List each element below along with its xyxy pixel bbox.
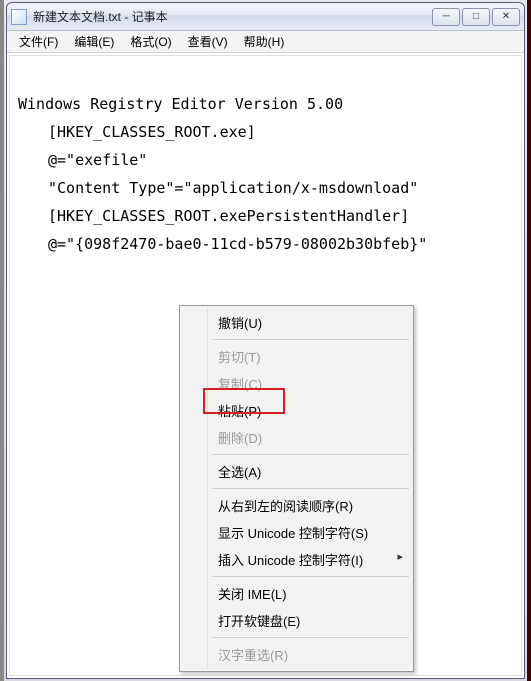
minimize-button[interactable]: ─ [432, 8, 460, 26]
ctx-separator [212, 339, 409, 340]
ctx-insert-unicode[interactable]: 插入 Unicode 控制字符(I) [182, 546, 411, 573]
ctx-undo[interactable]: 撤销(U) [182, 309, 411, 336]
ctx-show-unicode[interactable]: 显示 Unicode 控制字符(S) [182, 519, 411, 546]
titlebar: 新建文本文档.txt - 记事本 ─ □ ✕ [7, 3, 524, 31]
ctx-separator [212, 637, 409, 638]
window-title: 新建文本文档.txt - 记事本 [33, 8, 432, 25]
ctx-cut[interactable]: 剪切(T) [182, 343, 411, 370]
maximize-button[interactable]: □ [462, 8, 490, 26]
menu-view[interactable]: 查看(V) [180, 31, 236, 52]
editor-line: @="{098f2470-bae0-11cd-b579-08002b30bfeb… [18, 235, 427, 253]
menu-help[interactable]: 帮助(H) [236, 31, 293, 52]
menubar: 文件(F) 编辑(E) 格式(O) 查看(V) 帮助(H) [7, 31, 524, 53]
notepad-icon [11, 9, 27, 25]
menu-format[interactable]: 格式(O) [122, 31, 179, 52]
ctx-close-ime[interactable]: 关闭 IME(L) [182, 580, 411, 607]
ctx-soft-keyboard[interactable]: 打开软键盘(E) [182, 607, 411, 634]
ctx-separator [212, 576, 409, 577]
ctx-delete[interactable]: 删除(D) [182, 424, 411, 451]
ctx-separator [212, 454, 409, 455]
editor-line: @="exefile" [18, 151, 147, 169]
menu-edit[interactable]: 编辑(E) [66, 31, 122, 52]
ctx-separator [212, 488, 409, 489]
ctx-copy[interactable]: 复制(C) [182, 370, 411, 397]
editor-line: [HKEY_CLASSES_ROOT.exe] [18, 123, 256, 141]
menu-file[interactable]: 文件(F) [11, 31, 66, 52]
editor-line: Windows Registry Editor Version 5.00 [18, 95, 343, 113]
window-controls: ─ □ ✕ [432, 8, 520, 26]
context-menu: 撤销(U) 剪切(T) 复制(C) 粘贴(P) 删除(D) 全选(A) 从右到左… [179, 305, 414, 672]
ctx-paste[interactable]: 粘贴(P) [182, 397, 411, 424]
editor-line: [HKEY_CLASSES_ROOT.exePersistentHandler] [18, 207, 409, 225]
ctx-select-all[interactable]: 全选(A) [182, 458, 411, 485]
ctx-hanzi[interactable]: 汉字重选(R) [182, 641, 411, 668]
ctx-rtl[interactable]: 从右到左的阅读顺序(R) [182, 492, 411, 519]
close-button[interactable]: ✕ [492, 8, 520, 26]
editor-line: "Content Type"="application/x-msdownload… [18, 179, 418, 197]
